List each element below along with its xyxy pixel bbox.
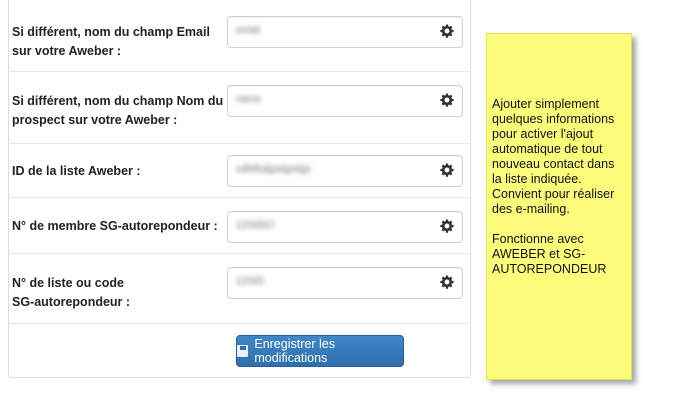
gear-icon[interactable]	[440, 24, 454, 38]
member-number-field-label: N° de membre SG-autorepondeur :	[12, 219, 218, 233]
gear-icon[interactable]	[440, 275, 454, 289]
gear-icon[interactable]	[440, 93, 454, 107]
member-number-field-input[interactable]: 1234567	[227, 211, 463, 243]
email-field-input[interactable]: email	[227, 16, 463, 48]
help-note: Ajouter simplement quelques informations…	[486, 33, 632, 380]
name-field-label: Si différent, nom du champ Nom du prospe…	[12, 94, 224, 127]
email-field-value: email	[236, 25, 260, 36]
list-code-field-input[interactable]: 12345	[227, 267, 463, 299]
save-button[interactable]: Enregistrer les modifications	[236, 335, 404, 367]
save-button-label: Enregistrer les modifications	[254, 337, 335, 365]
list-code-field-value: 12345	[236, 276, 264, 287]
list-code-field-label: N° de liste ou code SG-autorepondeur :	[12, 276, 131, 309]
list-id-field-input[interactable]: sdfdfsdgsdgsdgs	[227, 155, 463, 187]
email-field-label: Si différent, nom du champ Email sur vot…	[12, 25, 210, 58]
name-field-input[interactable]: name	[227, 85, 463, 117]
gear-icon[interactable]	[440, 219, 454, 233]
name-field-value: name	[236, 94, 262, 105]
list-id-field-label: ID de la liste Aweber :	[12, 164, 141, 178]
help-note-compat: Fonctionne avec AWEBER et SG-AUTOREPONDE…	[492, 232, 607, 276]
member-number-field-value: 1234567	[236, 220, 275, 231]
help-note-text: Ajouter simplement quelques informations…	[492, 97, 615, 216]
gear-icon[interactable]	[440, 163, 454, 177]
list-id-field-value: sdfdfsdgsdgsdgs	[236, 164, 312, 175]
save-icon	[237, 345, 249, 357]
